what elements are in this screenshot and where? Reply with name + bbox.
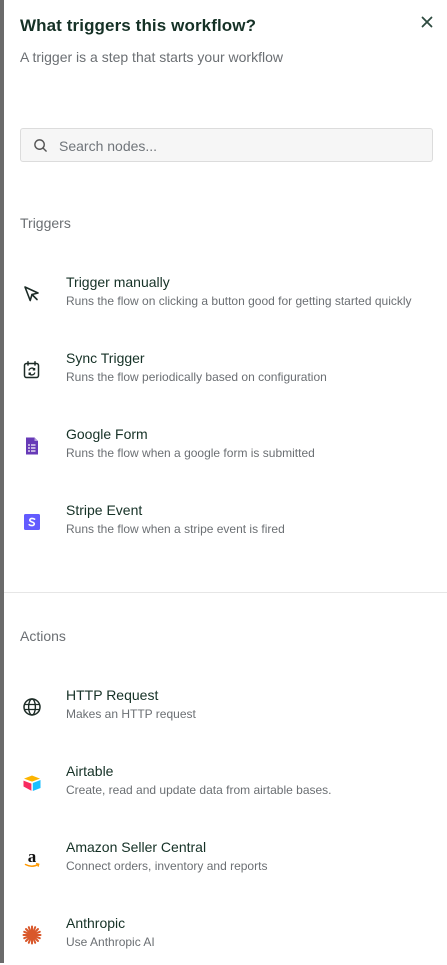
actions-section-title: Actions — [20, 628, 66, 644]
trigger-name: Stripe Event — [66, 502, 143, 518]
action-name: Amazon Seller Central — [66, 839, 207, 855]
panel-subtitle: A trigger is a step that starts your wor… — [20, 49, 283, 65]
close-button[interactable] — [419, 14, 435, 30]
panel-title: What triggers this workflow? — [20, 16, 257, 35]
trigger-item-stripe[interactable]: Stripe Event Runs the flow when a stripe… — [4, 492, 447, 552]
triggers-section-title: Triggers — [20, 215, 71, 231]
action-name: Anthropic — [66, 915, 126, 931]
action-name: Airtable — [66, 763, 114, 779]
trigger-description: Runs the flow when a google form is subm… — [66, 446, 315, 460]
trigger-name: Trigger manually — [66, 274, 170, 290]
panel-header: What triggers this workflow? A trigger i… — [20, 16, 435, 65]
trigger-name: Sync Trigger — [66, 350, 145, 366]
action-item-http-request[interactable]: HTTP Request Makes an HTTP request — [4, 677, 447, 737]
google-forms-icon — [22, 436, 42, 456]
airtable-icon — [22, 773, 42, 793]
globe-icon — [22, 697, 42, 717]
svg-text:a: a — [28, 849, 37, 866]
calendar-sync-icon — [22, 360, 42, 380]
anthropic-icon — [22, 925, 42, 945]
trigger-description: Runs the flow periodically based on conf… — [66, 370, 327, 384]
trigger-item-google-form[interactable]: Google Form Runs the flow when a google … — [4, 416, 447, 476]
action-description: Create, read and update data from airtab… — [66, 783, 332, 797]
search-input[interactable] — [57, 129, 421, 163]
action-item-anthropic[interactable]: Anthropic Use Anthropic AI — [4, 905, 447, 965]
amazon-icon: a — [22, 849, 42, 869]
search-icon — [34, 139, 47, 152]
action-description: Connect orders, inventory and reports — [66, 859, 268, 873]
cursor-icon — [22, 284, 42, 304]
action-description: Use Anthropic AI — [66, 935, 155, 949]
trigger-selection-panel: What triggers this workflow? A trigger i… — [4, 0, 447, 963]
trigger-item-sync[interactable]: Sync Trigger Runs the flow periodically … — [4, 340, 447, 400]
search-box — [20, 128, 433, 163]
trigger-name: Google Form — [66, 426, 148, 442]
action-description: Makes an HTTP request — [66, 707, 196, 721]
action-name: HTTP Request — [66, 687, 159, 703]
action-item-airtable[interactable]: Airtable Create, read and update data fr… — [4, 753, 447, 813]
trigger-description: Runs the flow on clicking a button good … — [66, 294, 412, 308]
close-icon — [421, 16, 433, 28]
stripe-icon — [22, 512, 42, 532]
trigger-description: Runs the flow when a stripe event is fir… — [66, 522, 285, 536]
action-item-amazon-seller-central[interactable]: a Amazon Seller Central Connect orders, … — [4, 829, 447, 889]
trigger-item-manual[interactable]: Trigger manually Runs the flow on clicki… — [4, 264, 447, 324]
section-divider — [4, 592, 447, 593]
